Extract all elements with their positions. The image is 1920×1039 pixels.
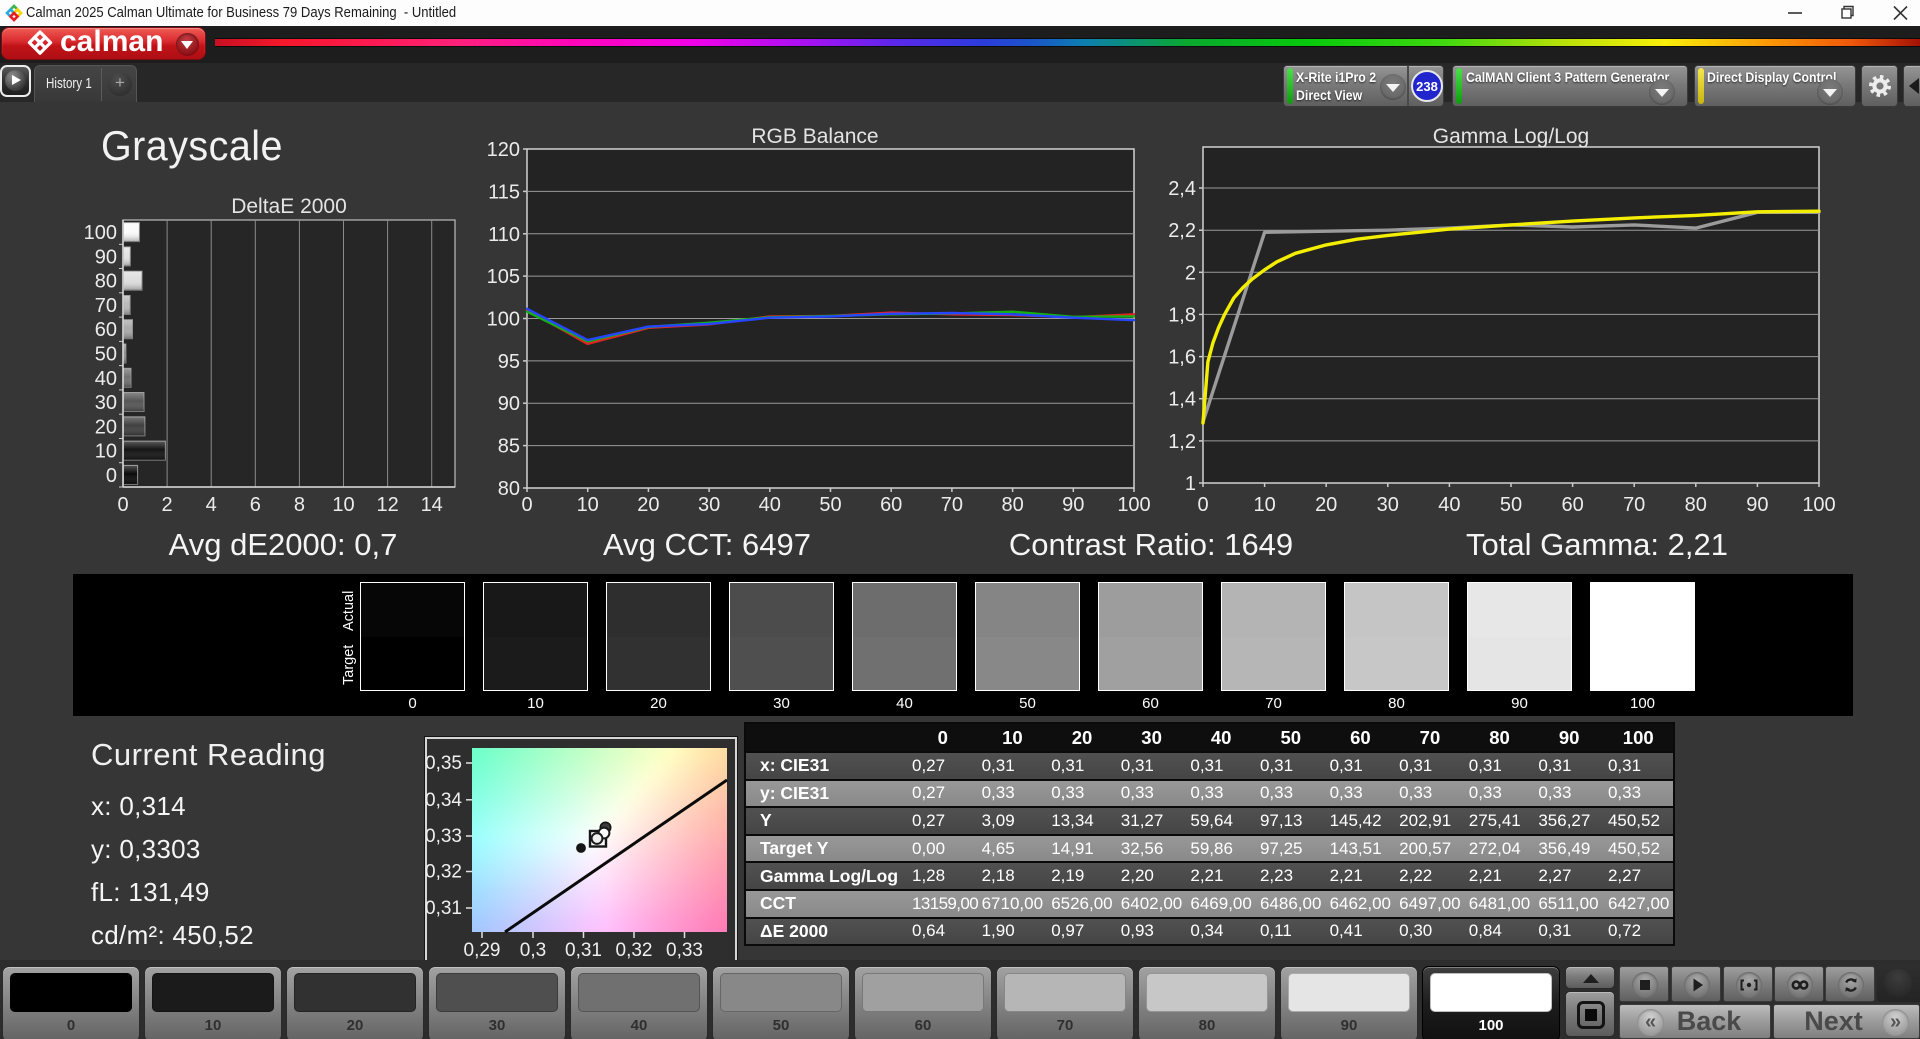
svg-text:20: 20 — [95, 416, 117, 438]
svg-text:85: 85 — [498, 436, 520, 458]
svg-text:0: 0 — [521, 494, 532, 516]
svg-text:120: 120 — [487, 139, 520, 161]
svg-text:80: 80 — [1001, 494, 1023, 516]
svg-text:0: 0 — [117, 494, 128, 516]
svg-text:50: 50 — [95, 344, 117, 366]
svg-text:40: 40 — [759, 494, 781, 516]
svg-text:40: 40 — [95, 368, 117, 390]
svg-text:30: 30 — [95, 392, 117, 414]
svg-text:14: 14 — [421, 494, 443, 516]
svg-text:6: 6 — [250, 494, 261, 516]
svg-text:70: 70 — [1623, 494, 1645, 516]
svg-text:100: 100 — [1802, 494, 1835, 516]
svg-text:2,2: 2,2 — [1168, 220, 1196, 242]
svg-text:Gamma Log/Log: Gamma Log/Log — [1433, 125, 1589, 148]
svg-text:2,4: 2,4 — [1168, 178, 1196, 200]
svg-text:40: 40 — [1438, 494, 1460, 516]
svg-text:1,2: 1,2 — [1168, 431, 1196, 453]
svg-text:80: 80 — [498, 478, 520, 500]
svg-text:110: 110 — [488, 224, 520, 246]
svg-text:70: 70 — [941, 494, 963, 516]
svg-text:80: 80 — [95, 271, 117, 293]
svg-text:70: 70 — [95, 295, 117, 317]
svg-text:12: 12 — [376, 494, 398, 516]
svg-text:0: 0 — [106, 465, 117, 487]
svg-text:60: 60 — [880, 494, 902, 516]
svg-text:80: 80 — [1685, 494, 1707, 516]
svg-text:1: 1 — [1185, 473, 1196, 495]
svg-text:90: 90 — [95, 246, 117, 268]
svg-text:90: 90 — [1062, 494, 1084, 516]
svg-text:0: 0 — [1197, 494, 1208, 516]
svg-text:10: 10 — [95, 441, 117, 463]
svg-text:95: 95 — [498, 351, 520, 373]
svg-text:50: 50 — [1500, 494, 1522, 516]
svg-text:1,4: 1,4 — [1168, 389, 1196, 411]
svg-text:30: 30 — [1377, 494, 1399, 516]
svg-text:60: 60 — [1561, 494, 1583, 516]
svg-text:RGB Balance: RGB Balance — [751, 125, 878, 148]
svg-text:100: 100 — [84, 222, 117, 244]
svg-text:1,8: 1,8 — [1168, 304, 1196, 326]
svg-text:1,6: 1,6 — [1168, 347, 1196, 369]
svg-text:10: 10 — [332, 494, 354, 516]
svg-text:10: 10 — [1253, 494, 1275, 516]
svg-text:30: 30 — [698, 494, 720, 516]
svg-text:20: 20 — [637, 494, 659, 516]
svg-text:2: 2 — [162, 494, 173, 516]
svg-text:105: 105 — [487, 266, 520, 288]
svg-text:20: 20 — [1315, 494, 1337, 516]
svg-text:50: 50 — [819, 494, 841, 516]
svg-text:2: 2 — [1185, 262, 1196, 284]
svg-text:10: 10 — [577, 494, 599, 516]
svg-text:4: 4 — [206, 494, 217, 516]
svg-text:90: 90 — [1746, 494, 1768, 516]
svg-text:100: 100 — [1117, 494, 1150, 516]
svg-text:60: 60 — [95, 319, 117, 341]
svg-text:8: 8 — [294, 494, 305, 516]
svg-text:100: 100 — [487, 309, 520, 331]
svg-text:DeltaE 2000: DeltaE 2000 — [231, 195, 347, 218]
svg-text:115: 115 — [488, 181, 520, 203]
svg-text:90: 90 — [498, 393, 520, 415]
